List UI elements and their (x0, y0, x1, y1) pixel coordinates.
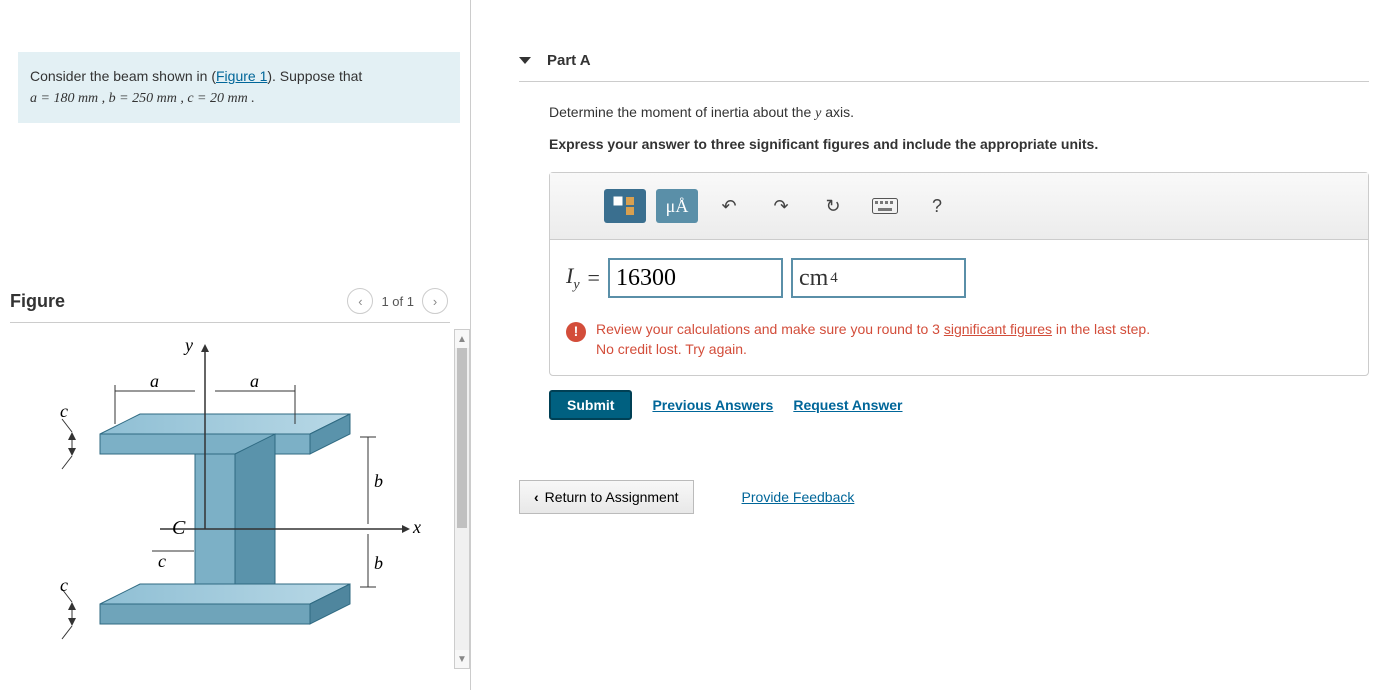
problem-text: Consider the beam shown in ( (30, 68, 216, 84)
feedback-text: Review your calculations and make sure y… (596, 320, 1150, 359)
svg-text:y: y (183, 335, 193, 355)
scroll-thumb[interactable] (457, 348, 467, 528)
reset-icon[interactable]: ↻ (812, 189, 854, 223)
svg-text:a: a (250, 371, 259, 391)
figure-title: Figure (10, 291, 65, 312)
svg-text:b: b (374, 553, 383, 573)
template-icon[interactable] (604, 189, 646, 223)
divider (10, 322, 450, 323)
figure-link[interactable]: Figure 1 (216, 68, 267, 84)
svg-text:x: x (412, 517, 421, 537)
ibeam-figure: a a y x C b b c (10, 329, 450, 669)
svg-text:a: a (150, 371, 159, 391)
redo-icon[interactable]: ↷ (760, 189, 802, 223)
request-answer-link[interactable]: Request Answer (793, 397, 902, 413)
svg-text:b: b (374, 471, 383, 491)
figure-scrollbar[interactable]: ▲ ▼ (454, 329, 470, 669)
problem-statement: Consider the beam shown in (Figure 1). S… (18, 52, 460, 123)
bottom-row: ‹ Return to Assignment Provide Feedback (519, 480, 1369, 514)
svg-text:c: c (60, 575, 68, 595)
figure-prev-button[interactable]: ‹ (347, 288, 373, 314)
answer-row: Iy = cm4 (550, 240, 1368, 316)
answer-toolbar: μÅ ↶ ↷ ↻ ? (550, 173, 1368, 240)
svg-text:C: C (172, 517, 186, 539)
submit-row: Submit Previous Answers Request Answer (549, 390, 1369, 420)
previous-answers-link[interactable]: Previous Answers (652, 397, 773, 413)
feedback-row: ! Review your calculations and make sure… (550, 316, 1368, 375)
figure-page-label: 1 of 1 (381, 294, 414, 309)
units-icon[interactable]: μÅ (656, 189, 698, 223)
scroll-down-icon[interactable]: ▼ (455, 650, 469, 668)
unit-input[interactable]: cm4 (791, 258, 966, 298)
figure-header: Figure ‹ 1 of 1 › (10, 288, 448, 314)
left-panel: Consider the beam shown in (Figure 1). S… (0, 0, 471, 690)
figure-area: a a y x C b b c (10, 329, 470, 669)
part-title: Part A (547, 52, 591, 69)
problem-tail: ). Suppose that (267, 68, 362, 84)
return-button[interactable]: ‹ Return to Assignment (519, 480, 694, 514)
keyboard-icon[interactable] (864, 189, 906, 223)
alert-icon: ! (566, 322, 586, 342)
caret-down-icon (519, 57, 531, 64)
provide-feedback-link[interactable]: Provide Feedback (742, 489, 855, 505)
figure-pager: ‹ 1 of 1 › (347, 288, 448, 314)
svg-text:c: c (158, 551, 166, 571)
right-panel: Part A Determine the moment of inertia a… (471, 0, 1377, 690)
value-input[interactable] (608, 258, 783, 298)
equals-sign: = (588, 265, 600, 291)
submit-button[interactable]: Submit (549, 390, 632, 420)
part-header[interactable]: Part A (519, 40, 1369, 82)
answer-box: μÅ ↶ ↷ ↻ ? Iy = cm4 ! Review your calcul… (549, 172, 1369, 376)
figure-next-button[interactable]: › (422, 288, 448, 314)
question-text: Determine the moment of inertia about th… (549, 104, 1369, 122)
chevron-left-icon: ‹ (534, 489, 539, 505)
svg-text:c: c (60, 401, 68, 421)
scroll-up-icon[interactable]: ▲ (455, 330, 469, 348)
problem-params: a = 180 mm , b = 250 mm , c = 20 mm . (30, 91, 255, 106)
answer-symbol: Iy (566, 263, 580, 293)
undo-icon[interactable]: ↶ (708, 189, 750, 223)
help-icon[interactable]: ? (916, 189, 958, 223)
instruction-text: Express your answer to three significant… (549, 136, 1369, 152)
